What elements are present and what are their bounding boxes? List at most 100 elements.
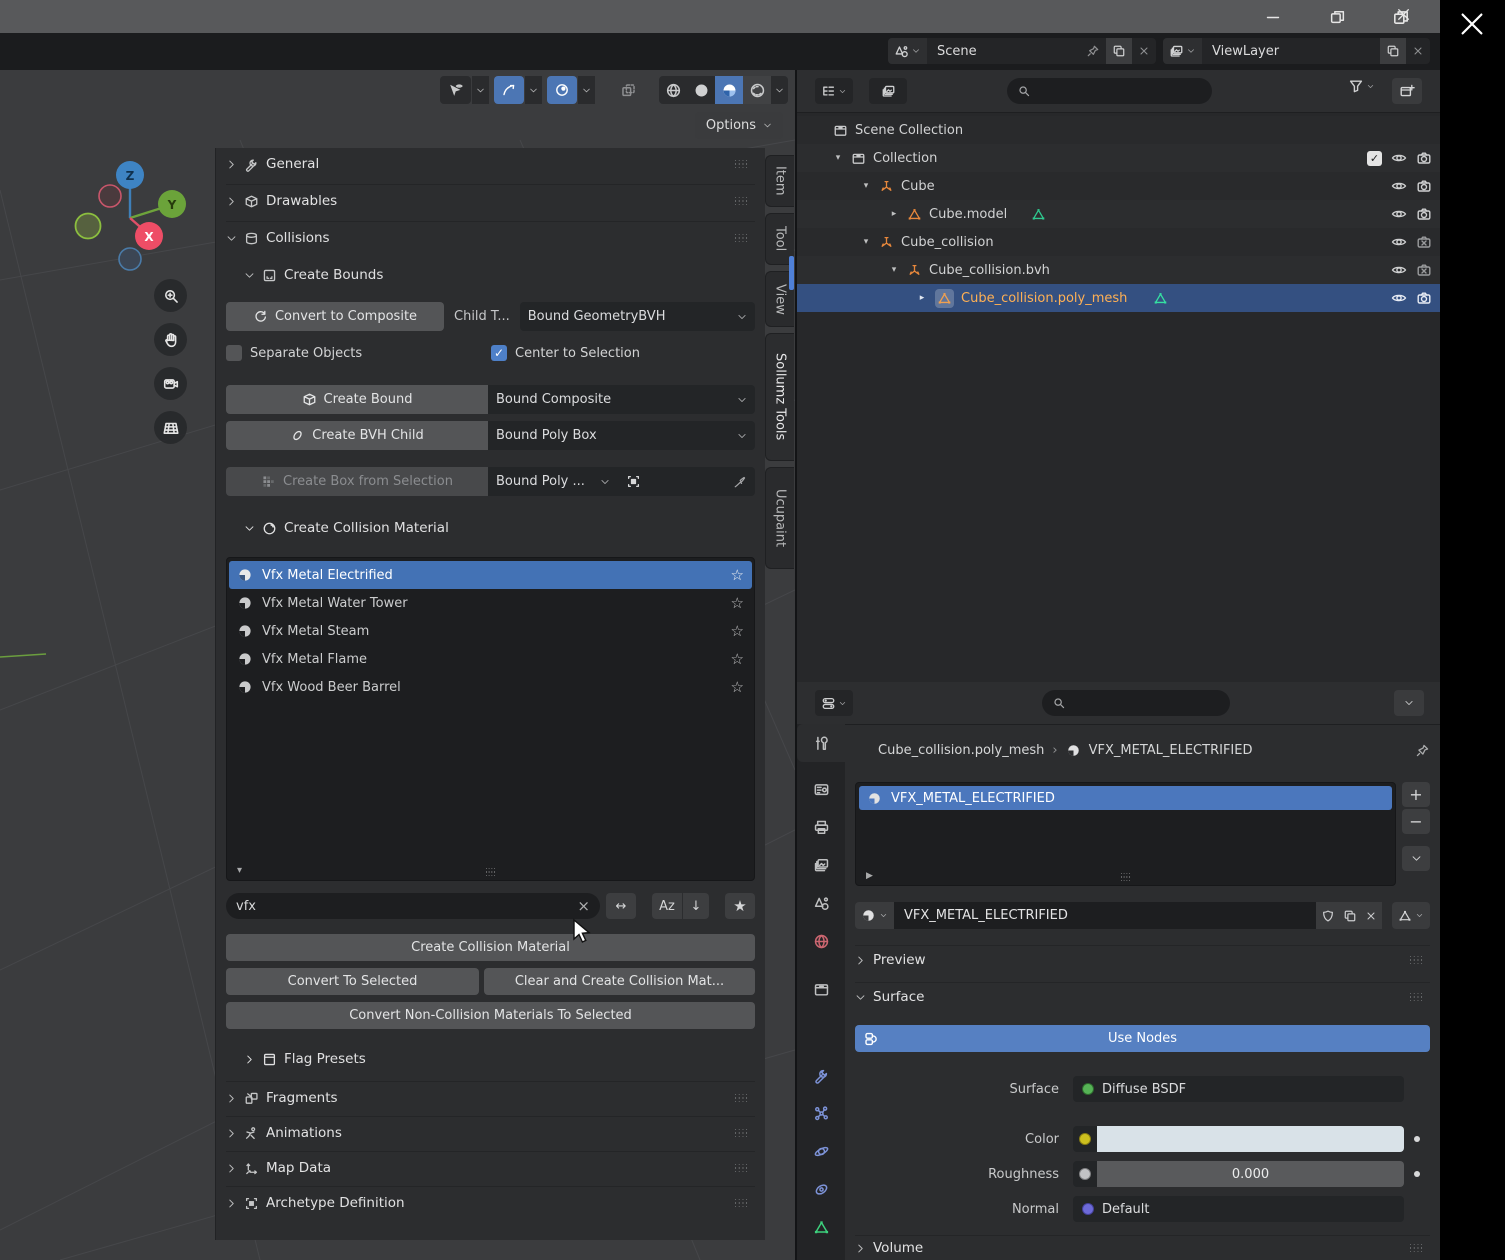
separate-objects-checkbox[interactable]: Separate Objects <box>226 345 491 361</box>
material-list-item[interactable]: Vfx Wood Beer Barrel ☆ <box>229 673 752 701</box>
viewlayer-browse-button[interactable] <box>1163 38 1202 64</box>
subpanel-create-bounds[interactable]: Create Bounds <box>226 260 755 290</box>
overlay-close-icon[interactable] <box>1454 6 1490 42</box>
material-list-item[interactable]: Vfx Metal Water Tower ☆ <box>229 589 752 617</box>
slot-specials-menu-icon[interactable] <box>1402 846 1430 871</box>
color-swatch[interactable] <box>1097 1126 1404 1152</box>
pan-hand-icon[interactable] <box>154 323 187 356</box>
material-search-input[interactable]: vfx × <box>226 893 600 919</box>
filter-favorites-icon[interactable]: ★ <box>725 893 755 919</box>
subpanel-flag-presets[interactable]: Flag Presets <box>226 1044 755 1074</box>
navigation-gizmo[interactable]: Z Y X <box>68 158 198 278</box>
slot-filter-collapse-icon[interactable]: ▶ <box>866 871 873 881</box>
new-collection-button[interactable] <box>1392 78 1422 104</box>
convert-to-selected-button[interactable]: Convert To Selected <box>226 968 479 995</box>
material-name-field[interactable]: VFX_METAL_ELECTRIFIED <box>894 902 1316 929</box>
outliner-row-cube-collision-bvh[interactable]: ▾ Cube_collision.bvh <box>797 256 1440 284</box>
scene-browse-button[interactable] <box>888 38 927 64</box>
bvh-child-type-dropdown[interactable]: Bound Poly Box <box>488 421 755 450</box>
proportional-editing-icon[interactable] <box>547 76 577 104</box>
scrollbar-thumb[interactable] <box>789 256 794 290</box>
favorite-star-icon[interactable]: ☆ <box>731 650 744 668</box>
sort-direction-icon[interactable]: ↓ <box>683 893 709 919</box>
material-slot-list[interactable]: VFX_METAL_ELECTRIFIED ▶ :::::::: <box>855 782 1396 886</box>
collision-material-list[interactable]: Vfx Metal Electrified ☆ Vfx Metal Water … <box>226 557 755 881</box>
snap-dropdown-icon[interactable] <box>525 76 542 104</box>
pin-id-icon[interactable] <box>1415 743 1430 758</box>
panel-preview[interactable]: Preview :::::::: <box>855 945 1430 974</box>
material-list-item[interactable]: Vfx Metal Flame ☆ <box>229 645 752 673</box>
panel-general[interactable]: General :::::::: <box>226 148 755 180</box>
panel-drag-grip[interactable]: :::::::: <box>1409 1244 1424 1252</box>
eyedropper-icon[interactable] <box>733 475 747 489</box>
grid-view-icon[interactable] <box>154 411 187 444</box>
panel-drag-grip[interactable]: :::::::: <box>734 1164 749 1172</box>
close-window-button[interactable] <box>1384 0 1418 33</box>
hide-eye-icon[interactable] <box>1391 234 1407 250</box>
invert-filter-icon[interactable]: ↔ <box>606 893 636 919</box>
use-nodes-button[interactable]: Use Nodes <box>855 1025 1430 1052</box>
shading-wireframe-icon[interactable] <box>659 76 687 104</box>
breadcrumb-object[interactable]: Cube_collision.poly_mesh <box>878 743 1044 758</box>
panel-fragments[interactable]: Fragments :::::::: <box>226 1081 755 1114</box>
checkbox-unchecked[interactable] <box>226 345 242 361</box>
shading-material-icon[interactable] <box>715 76 743 104</box>
target-object-field[interactable] <box>618 467 755 496</box>
render-camera-icon[interactable] <box>1416 290 1432 306</box>
collection-checkbox[interactable]: ✓ <box>1367 151 1382 166</box>
sidebar-tab-item[interactable]: Item <box>765 155 794 207</box>
create-box-from-selection-button[interactable]: Create Box from Selection <box>226 467 488 496</box>
properties-options-icon[interactable] <box>1394 690 1424 716</box>
center-to-selection-checkbox[interactable]: ✓ Center to Selection <box>491 345 640 361</box>
convert-non-collision-button[interactable]: Convert Non-Collision Materials To Selec… <box>226 1002 755 1029</box>
render-camera-icon[interactable] <box>1416 178 1432 194</box>
snap-toggle-icon[interactable] <box>494 76 524 104</box>
panel-surface[interactable]: Surface :::::::: <box>855 982 1430 1011</box>
create-collision-material-button[interactable]: Create Collision Material <box>226 934 755 961</box>
material-slot-item[interactable]: VFX_METAL_ELECTRIFIED <box>859 786 1392 810</box>
tab-object-data[interactable] <box>797 1208 845 1246</box>
animate-dot-icon[interactable] <box>1414 1136 1420 1142</box>
material-list-item[interactable]: Vfx Metal Steam ☆ <box>229 617 752 645</box>
selectability-dropdown-icon[interactable] <box>472 76 489 104</box>
fake-user-shield-icon[interactable] <box>1321 909 1335 923</box>
restore-button[interactable] <box>1320 0 1354 33</box>
tab-tool[interactable] <box>797 724 845 762</box>
filter-dropdown-button[interactable] <box>1348 78 1375 94</box>
create-bound-button[interactable]: Create Bound <box>226 385 488 414</box>
sort-alphabetical-icon[interactable]: Az <box>652 893 682 919</box>
minimize-button[interactable] <box>1256 0 1290 33</box>
favorite-star-icon[interactable]: ☆ <box>731 566 744 584</box>
clear-search-icon[interactable]: × <box>577 897 590 915</box>
expand-icon[interactable]: ▾ <box>889 265 899 275</box>
viewlayer-selector[interactable]: ViewLayer <box>1163 38 1430 64</box>
camera-view-icon[interactable] <box>154 367 187 400</box>
child-type-dropdown[interactable]: Bound GeometryBVH <box>520 302 755 331</box>
options-button[interactable]: Options <box>695 112 783 139</box>
panel-drag-grip[interactable]: :::::::: <box>734 1094 749 1102</box>
hide-eye-icon[interactable] <box>1391 290 1407 306</box>
panel-archetype-definition[interactable]: Archetype Definition :::::::: <box>226 1186 755 1219</box>
gizmos-toggle-icon[interactable] <box>613 76 643 104</box>
unlink-material-icon[interactable] <box>1365 910 1377 922</box>
shading-solid-icon[interactable] <box>687 76 715 104</box>
tab-constraints[interactable] <box>797 1170 845 1208</box>
scene-name[interactable]: Scene <box>927 38 987 64</box>
material-list-item[interactable]: Vfx Metal Electrified ☆ <box>229 561 752 589</box>
shading-dropdown-icon[interactable] <box>771 76 788 104</box>
proportional-dropdown-icon[interactable] <box>578 76 595 104</box>
hide-eye-icon[interactable] <box>1391 262 1407 278</box>
favorite-star-icon[interactable]: ☆ <box>731 622 744 640</box>
remove-slot-button[interactable]: − <box>1402 809 1430 834</box>
sidebar-tab-ucupaint[interactable]: Ucupaint <box>765 467 794 569</box>
render-disabled-icon[interactable] <box>1416 262 1432 278</box>
tab-render[interactable] <box>797 770 845 808</box>
panel-drag-grip[interactable]: :::::::: <box>734 1129 749 1137</box>
collapsed-icon[interactable]: ▸ <box>917 293 927 303</box>
outliner-row-collection[interactable]: ▾ Collection ✓ <box>797 144 1440 172</box>
panel-animations[interactable]: Animations :::::::: <box>226 1116 755 1149</box>
favorite-star-icon[interactable]: ☆ <box>731 594 744 612</box>
breadcrumb-material[interactable]: VFX_METAL_ELECTRIFIED <box>1089 743 1253 758</box>
hide-eye-icon[interactable] <box>1391 150 1407 166</box>
collapsed-icon[interactable]: ▸ <box>889 209 899 219</box>
